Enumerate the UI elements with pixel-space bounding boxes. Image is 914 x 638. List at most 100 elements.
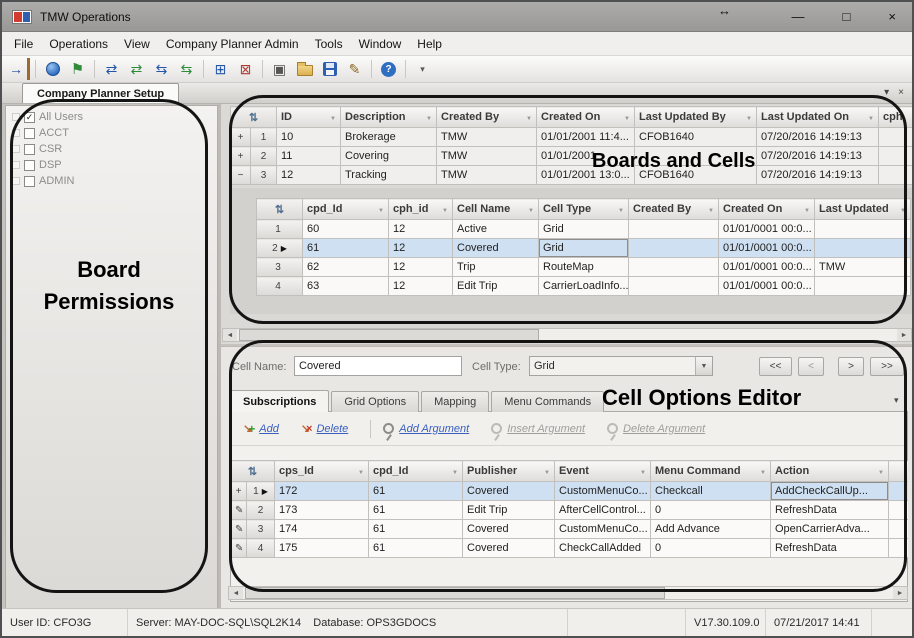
boards-row[interactable]: + 1 10 Brokerage TMW 01/01/2001 11:4... … <box>231 128 913 147</box>
cell-type-dropdown[interactable]: Grid ▼ <box>529 356 713 376</box>
row-number[interactable]: 3 <box>251 166 277 185</box>
menu-operations[interactable]: Operations <box>41 34 116 54</box>
cell-type[interactable]: CarrierLoadInfo... <box>539 277 629 296</box>
cell-publisher[interactable]: Covered <box>463 539 555 558</box>
cell-publisher[interactable]: Covered <box>463 520 555 539</box>
tree-item-acct[interactable]: ACCT <box>6 125 217 141</box>
flag-icon[interactable]: ⚑ <box>66 58 89 80</box>
subscription-row[interactable]: ✎ 2 173 61 Edit Trip AfterCellControl...… <box>231 501 909 520</box>
row-number[interactable]: 2▶ <box>257 239 303 258</box>
scroll-right-button[interactable]: ► <box>897 329 911 341</box>
grid-corner-button[interactable]: ⇅ <box>231 461 275 482</box>
boards-row[interactable]: − 3 12 Tracking TMW 01/01/2001 13:0... C… <box>231 166 913 185</box>
tree-item-dsp[interactable]: DSP <box>6 157 217 173</box>
scroll-thumb[interactable] <box>239 329 539 341</box>
tree-item-csr[interactable]: CSR <box>6 141 217 157</box>
filter-icon[interactable]: ▼ <box>528 208 534 214</box>
filter-icon[interactable]: ▼ <box>868 116 874 122</box>
column-header-last-updated-by[interactable]: Last Updated By▼ <box>635 107 757 128</box>
cell-last-updated-on[interactable]: 07/20/2016 14:19:13 <box>757 166 879 185</box>
cell-last-updated[interactable] <box>815 277 911 296</box>
column-header-clipped[interactable] <box>889 461 909 482</box>
filter-icon[interactable]: ▼ <box>442 208 448 214</box>
add-grid-icon[interactable]: ⊞ <box>209 58 232 80</box>
cell-clipped[interactable] <box>889 520 909 539</box>
cell-created-on[interactable]: 01/01/0001 00:0... <box>719 277 815 296</box>
cell-clipped[interactable] <box>889 501 909 520</box>
cell-cph[interactable] <box>879 166 913 185</box>
help-icon[interactable]: ? <box>377 58 400 80</box>
filter-icon[interactable]: ▼ <box>452 470 458 476</box>
filter-icon[interactable]: ▼ <box>358 470 364 476</box>
cell-last-updated-by[interactable]: CFOB1640 <box>635 166 757 185</box>
row-number[interactable]: 1 <box>257 220 303 239</box>
title-bar[interactable]: TMW Operations ↔ — □ × <box>2 2 912 32</box>
menu-file[interactable]: File <box>6 34 41 54</box>
filter-icon[interactable]: ▼ <box>760 470 766 476</box>
tab-menu-commands[interactable]: Menu Commands <box>491 391 604 412</box>
scroll-thumb[interactable] <box>245 587 665 599</box>
column-header-cpd-id[interactable]: cpd_Id▼ <box>303 199 389 220</box>
cell-last-updated[interactable] <box>815 239 911 258</box>
tree-expander-icon[interactable] <box>12 129 20 137</box>
nav-last-button[interactable]: >> <box>870 357 904 376</box>
cell-description[interactable]: Tracking <box>341 166 437 185</box>
retrieve-board-icon[interactable]: ⇄ <box>125 58 148 80</box>
row-expander[interactable]: + <box>231 482 247 501</box>
filter-icon[interactable]: ▼ <box>878 470 884 476</box>
cell-created-by[interactable] <box>629 220 719 239</box>
toolbar-overflow-icon[interactable]: ▾ <box>411 58 434 80</box>
filter-icon[interactable]: ▼ <box>618 208 624 214</box>
cell-cps-id[interactable]: 173 <box>275 501 369 520</box>
cell-cpd-id[interactable]: 61 <box>303 239 389 258</box>
editor-tabs-caret-icon[interactable]: ▾ <box>894 395 899 406</box>
subscription-row-selected[interactable]: + 1▶ 172 61 Covered CustomMenuCo... Chec… <box>231 482 909 501</box>
row-edit-pencil-icon[interactable]: ✎ <box>231 520 247 539</box>
delete-link[interactable]: Delete <box>316 423 348 435</box>
cell-last-updated-by[interactable] <box>635 147 757 166</box>
subscription-row[interactable]: ✎ 3 174 61 Covered CustomMenuCo... Add A… <box>231 520 909 539</box>
cell-publisher[interactable]: Covered <box>463 482 555 501</box>
menu-help[interactable]: Help <box>409 34 450 54</box>
save-icon[interactable] <box>318 58 341 80</box>
scroll-left-button[interactable]: ◄ <box>223 329 237 341</box>
cell-action[interactable]: RefreshData <box>771 539 889 558</box>
globe-icon[interactable] <box>41 58 64 80</box>
minimize-button[interactable]: — <box>792 2 805 32</box>
cell-cps-id[interactable]: 174 <box>275 520 369 539</box>
menu-tools[interactable]: Tools <box>307 34 351 54</box>
cell-cps-id[interactable]: 172 <box>275 482 369 501</box>
cell-created-on[interactable]: 01/01/2001 13:0... <box>537 166 635 185</box>
column-header-created-by[interactable]: Created By▼ <box>629 199 719 220</box>
cells-row[interactable]: 3 62 12 Trip RouteMap 01/01/0001 00:0...… <box>257 258 911 277</box>
cell-id[interactable]: 12 <box>277 166 341 185</box>
tree-expander-icon[interactable] <box>12 177 20 185</box>
tree-expander-icon[interactable] <box>12 145 20 153</box>
scroll-left-button[interactable]: ◄ <box>229 587 243 599</box>
row-expander[interactable]: + <box>231 128 251 147</box>
cell-name-input[interactable] <box>294 356 462 376</box>
nav-previous-button[interactable]: < <box>798 357 824 376</box>
row-expander[interactable]: − <box>231 166 251 185</box>
filter-icon[interactable]: ▼ <box>426 116 432 122</box>
cell-id[interactable]: 10 <box>277 128 341 147</box>
horizontal-scrollbar-top[interactable]: ◄ ► <box>222 328 912 342</box>
import-board-icon[interactable]: ⇆ <box>175 58 198 80</box>
column-header-id[interactable]: ID▼ <box>277 107 341 128</box>
cell-type[interactable]: Grid <box>539 220 629 239</box>
new-window-icon[interactable]: ▣ <box>268 58 291 80</box>
exit-icon[interactable]: → <box>7 58 30 80</box>
row-number[interactable]: 3 <box>257 258 303 277</box>
filter-icon[interactable]: ▼ <box>708 208 714 214</box>
cell-last-updated[interactable]: TMW <box>815 258 911 277</box>
grid-corner-button[interactable]: ⇅ <box>257 199 303 220</box>
cell-created-on[interactable]: 01/01/0001 00:0... <box>719 258 815 277</box>
remove-grid-icon[interactable]: ⊠ <box>234 58 257 80</box>
cell-cps-id[interactable]: 175 <box>275 539 369 558</box>
column-header-last-updated[interactable]: Last Updated▼ <box>815 199 911 220</box>
cell-cpd-id[interactable]: 62 <box>303 258 389 277</box>
column-header-cpd-id[interactable]: cpd_Id▼ <box>369 461 463 482</box>
column-header-action[interactable]: Action▼ <box>771 461 889 482</box>
cell-action[interactable]: AddCheckCallUp... <box>771 482 889 501</box>
cell-cpd-id[interactable]: 61 <box>369 520 463 539</box>
